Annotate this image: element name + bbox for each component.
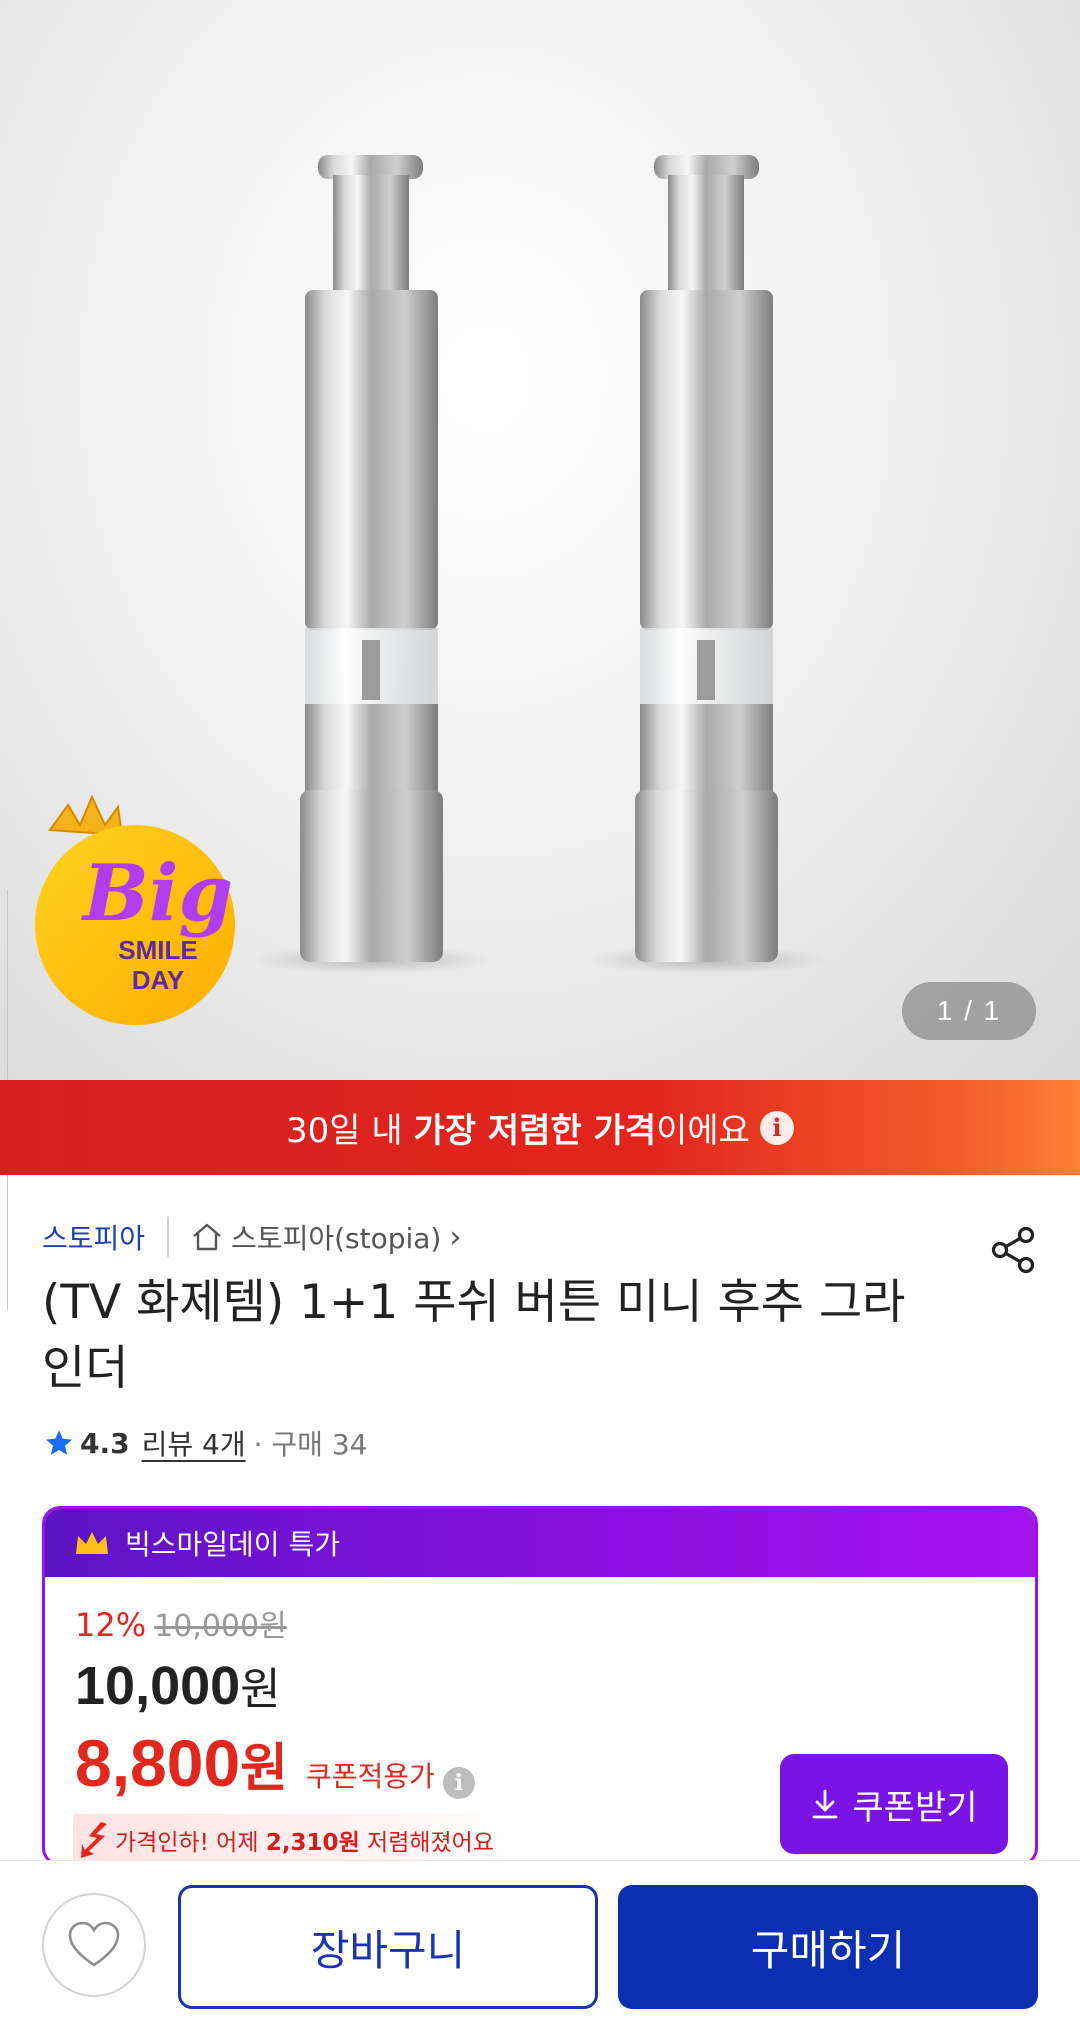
banner-highlight: 가장 저렴한 가격 — [413, 1111, 657, 1151]
drop-notice-suffix: 저렴해졌어요 — [359, 1830, 495, 1856]
product-title: (TV 화제템) 1+1 푸쉬 버튼 미니 후추 그라인더 — [42, 1275, 906, 1396]
chevron-right-icon: › — [449, 1219, 462, 1255]
coupon-price-label: 쿠폰적용가 — [306, 1760, 435, 1793]
store-row: 스토피아 스토피아(stopia) › — [42, 1212, 461, 1262]
crown-icon — [76, 1532, 108, 1554]
rating-value: 4.3 — [80, 1426, 130, 1460]
coupon-price-value: 8,800 — [75, 1726, 241, 1800]
coupon-price: 8,800 원 쿠폰적용가 i — [75, 1725, 475, 1801]
big-smile-day-badge: Big SMILE DAY — [30, 785, 250, 1025]
drop-notice-amount: 2,310원 — [265, 1830, 360, 1856]
discount-row: 12% 10,000원 — [75, 1601, 287, 1645]
product-meta: 4.3 리뷰 4개 · 구매 34 — [44, 1420, 367, 1466]
price-drop-notice: 가격인하! 어제 2,310원 저렴해졌어요 — [73, 1814, 513, 1863]
heart-icon — [68, 1921, 120, 1967]
deal-box: 빅스마일데이 특가 12% 10,000원 10,000원 8,800 원 쿠폰… — [42, 1506, 1038, 1866]
info-icon[interactable]: i — [442, 1767, 475, 1799]
star-icon — [46, 1430, 72, 1455]
lowest-price-banner[interactable]: 30일 내 가장 저렴한 가격 이에요 i — [0, 1080, 1080, 1175]
deal-header-label: 빅스마일데이 특가 — [125, 1528, 340, 1561]
info-icon[interactable]: i — [759, 1110, 794, 1145]
share-button[interactable] — [988, 1224, 1040, 1276]
badge-big-word: Big — [82, 848, 234, 939]
store-name[interactable]: 스토피아 — [42, 1217, 145, 1257]
sale-price-value: 10,000 — [75, 1656, 241, 1716]
divider — [167, 1217, 170, 1257]
add-to-cart-button[interactable]: 장바구니 — [178, 1885, 598, 2009]
share-icon — [991, 1226, 1035, 1274]
buy-now-button[interactable]: 구매하기 — [618, 1885, 1038, 2009]
image-counter: 1 / 1 — [902, 982, 1036, 1040]
product-image[interactable]: Big SMILE DAY 1 / 1 — [0, 0, 1080, 1080]
price-drop-arrow-icon — [81, 1822, 107, 1858]
banner-suffix: 이에요 — [656, 1111, 750, 1151]
shop-link-label: 스토피아(stopia) — [231, 1222, 442, 1255]
download-icon — [813, 1789, 838, 1819]
bottom-action-bar: 장바구니 구매하기 — [0, 1860, 1080, 2026]
deal-header: 빅스마일데이 특가 — [45, 1509, 1035, 1577]
badge-line-1: SMILE — [118, 935, 198, 965]
get-coupon-button[interactable]: 쿠폰받기 — [780, 1754, 1008, 1854]
wishlist-button[interactable] — [42, 1893, 146, 1997]
purchase-count: · 구매 34 — [253, 1428, 368, 1461]
coupon-price-unit: 원 — [240, 1739, 289, 1799]
get-coupon-label: 쿠폰받기 — [852, 1787, 978, 1828]
home-icon — [193, 1223, 221, 1251]
sale-price-unit: 원 — [240, 1664, 281, 1715]
banner-prefix: 30일 내 — [286, 1111, 414, 1151]
drop-notice-prefix: 가격인하! 어제 — [115, 1830, 266, 1856]
discount-rate: 12% — [75, 1606, 147, 1644]
original-price: 10,000원 — [154, 1609, 287, 1644]
sale-price: 10,000원 — [75, 1653, 281, 1717]
badge-line-2: DAY — [131, 965, 185, 995]
shop-link[interactable]: 스토피아(stopia) › — [191, 1217, 461, 1257]
review-count-link[interactable]: 리뷰 4개 — [142, 1423, 246, 1463]
